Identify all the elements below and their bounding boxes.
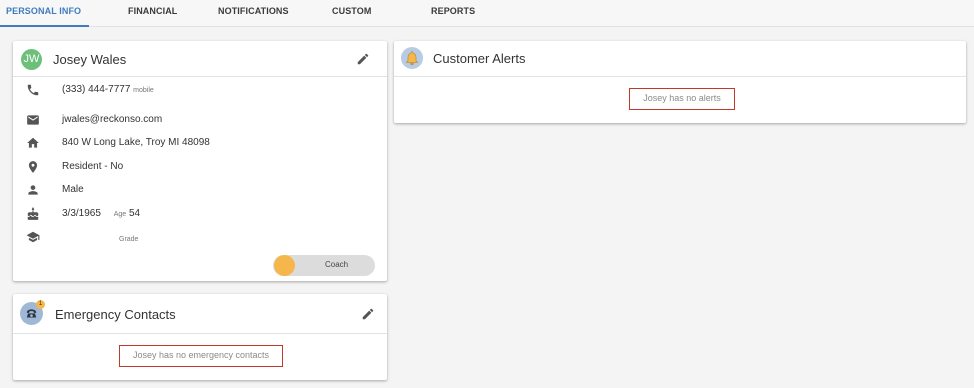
coach-label: Coach <box>325 260 349 269</box>
email-row: jwales@reckonso.com <box>13 110 387 132</box>
phone-icon <box>27 84 39 96</box>
email-text: jwales@reckonso.com <box>62 114 163 125</box>
coach-toggle-knob <box>274 255 295 276</box>
emergency-contacts-header: 1 Emergency Contacts <box>13 294 387 334</box>
tab-notifications[interactable]: NOTIFICATIONS <box>218 0 289 27</box>
residency-row: Resident - No <box>13 157 387 179</box>
birthdate-value: 3/3/1965 <box>62 208 101 219</box>
grade-row: Grade <box>13 227 387 249</box>
phone-number: (333) 444-7777 <box>62 84 131 95</box>
active-tab-indicator <box>0 25 90 27</box>
bell-glyph <box>406 51 418 65</box>
home-icon <box>27 137 39 148</box>
phone-row: (333) 444-7777 mobile <box>13 80 387 102</box>
tab-financial[interactable]: FINANCIAL <box>128 0 177 27</box>
birthdate-text: 3/3/1965 Age 54 <box>62 208 140 219</box>
customer-alerts-title: Customer Alerts <box>433 51 526 66</box>
tab-personal-info[interactable]: PERSONAL INFO <box>0 0 90 27</box>
tab-label: REPORTS <box>431 6 476 16</box>
tab-label: FINANCIAL <box>128 6 178 16</box>
emergency-contacts-title: Emergency Contacts <box>55 307 176 322</box>
telephone-icon: 1 <box>20 300 45 325</box>
birthdate-row: 3/3/1965 Age 54 <box>13 204 387 226</box>
residency-text: Resident - No <box>62 161 124 172</box>
gender-row: Male <box>13 180 387 202</box>
age-label: Age <box>113 211 127 218</box>
gender-text: Male <box>62 184 84 195</box>
age-value: 54 <box>128 208 141 219</box>
phone-type: mobile <box>133 87 154 94</box>
customer-alerts-card: Customer Alerts Josey has no alerts <box>394 41 966 123</box>
avatar: JW <box>21 49 42 70</box>
phone-text: (333) 444-7777 mobile <box>62 84 154 95</box>
coach-toggle[interactable]: Coach <box>273 255 375 276</box>
customer-alerts-header: Customer Alerts <box>394 41 966 77</box>
profile-card-header: JW Josey Wales <box>13 41 387 77</box>
edit-icon[interactable] <box>356 52 370 66</box>
tab-reports[interactable]: REPORTS <box>431 0 475 27</box>
bell-icon <box>401 47 423 69</box>
address-row: 840 W Long Lake, Troy MI 48098 <box>13 133 387 155</box>
edit-icon[interactable] <box>361 307 375 321</box>
telephone-glyph <box>26 309 37 318</box>
tab-bar: PERSONAL INFO FINANCIAL NOTIFICATIONS CU… <box>0 0 974 27</box>
grade-label: Grade <box>119 236 139 243</box>
tab-label: PERSONAL INFO <box>6 6 82 16</box>
grade-text: Grade <box>119 233 138 244</box>
contacts-count-badge: 1 <box>36 300 45 309</box>
person-icon <box>28 185 38 195</box>
no-emergency-contacts-message: Josey has no emergency contacts <box>119 345 283 367</box>
cake-icon <box>27 207 39 220</box>
no-alerts-message: Josey has no alerts <box>629 88 735 110</box>
profile-card: JW Josey Wales (333) 444-7777 mobile jwa… <box>13 41 387 281</box>
address-text: 840 W Long Lake, Troy MI 48098 <box>62 137 210 148</box>
tab-label: CUSTOM <box>332 6 372 16</box>
tab-label: NOTIFICATIONS <box>218 6 289 16</box>
tab-custom[interactable]: CUSTOM <box>332 0 371 27</box>
customer-name: Josey Wales <box>53 52 127 67</box>
emergency-contacts-card: 1 Emergency Contacts Josey has no emerge… <box>13 294 387 380</box>
graduation-cap-icon <box>26 231 40 243</box>
email-icon <box>27 115 39 125</box>
location-pin-icon <box>28 161 38 173</box>
